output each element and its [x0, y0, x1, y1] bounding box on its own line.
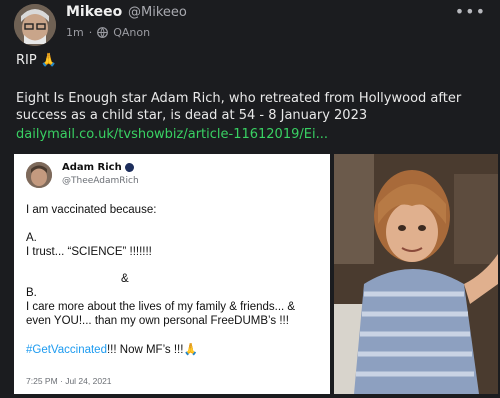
more-options-icon[interactable]: •••	[455, 2, 486, 21]
tweet-hashtag: #GetVaccinated	[26, 344, 107, 356]
author-handle[interactable]: @Mikeeo	[128, 5, 187, 20]
embedded-tweet-image[interactable]: Adam Rich @TheeAdamRich I am vaccinated …	[14, 154, 330, 394]
tweet-line: A.	[26, 232, 37, 244]
post-text-body: Eight Is Enough star Adam Rich, who retr…	[16, 91, 462, 123]
tweet-avatar	[26, 162, 52, 188]
tweet-timestamp: 7:25 PM · Jul 24, 2021	[26, 376, 112, 386]
community-icon	[97, 27, 109, 38]
tweet-line: even YOU!... than my own personal FreeDU…	[26, 315, 289, 327]
tweet-author-name: Adam Rich	[62, 162, 134, 173]
tweet-author-handle: @TheeAdamRich	[62, 176, 139, 186]
tweet-line: #GetVaccinated!!! Now MF’s !!!🙏	[26, 344, 198, 356]
author-avatar[interactable]	[14, 4, 56, 46]
tweet-line: B.	[26, 287, 37, 299]
community-name[interactable]: QAnon	[113, 26, 150, 39]
article-link[interactable]: dailymail.co.uk/tvshowbiz/article-116120…	[16, 127, 328, 142]
tweet-line: I trust... “SCIENCE” !!!!!!!	[26, 246, 152, 258]
child-photo-image[interactable]	[334, 154, 498, 394]
post-age: 1m	[66, 26, 84, 39]
meta-separator: ·	[88, 26, 93, 39]
tweet-line: I am vaccinated because:	[26, 204, 157, 216]
tweet-line: I care more about the lives of my family…	[26, 301, 296, 313]
author-name[interactable]: Mikeeo	[66, 4, 122, 20]
post-text-rip: RIP 🙏	[16, 53, 58, 68]
tweet-line: &	[121, 273, 129, 285]
post-meta: 1m · QAnon	[66, 26, 150, 39]
verified-icon	[124, 163, 134, 172]
